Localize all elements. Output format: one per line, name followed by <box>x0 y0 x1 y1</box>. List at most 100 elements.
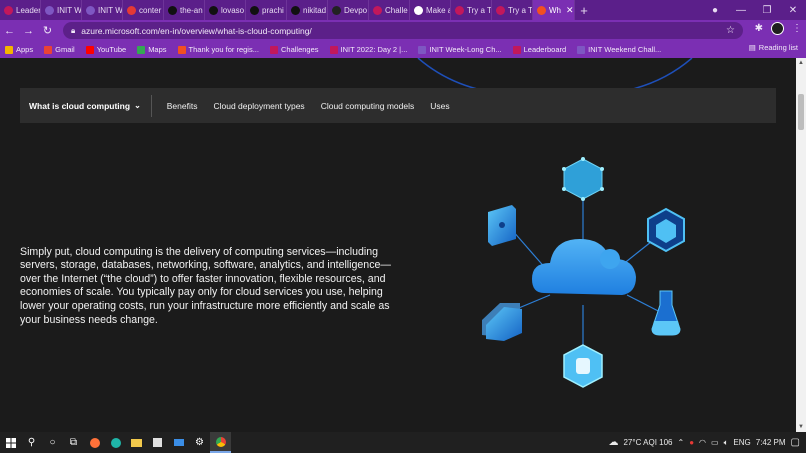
bookmark-item[interactable]: Maps <box>137 45 167 54</box>
window-controls: ● — ❐ ✕ <box>702 0 806 20</box>
wifi-icon[interactable]: ◠ <box>699 438 706 447</box>
close-tab-icon[interactable]: ✕ <box>566 5 574 16</box>
browser-tab[interactable]: INIT W <box>41 0 82 20</box>
reload-icon[interactable]: ↻ <box>38 24 57 37</box>
tab-search-icon[interactable]: ● <box>702 5 728 16</box>
tray-app-icon[interactable]: ● <box>689 438 694 447</box>
bookmark-item[interactable]: INIT Weekend Chall... <box>577 45 661 54</box>
bookmark-item[interactable]: INIT Week-Long Ch... <box>418 45 502 54</box>
section-nav: What is cloud computing ⌄ Benefits Cloud… <box>20 88 776 123</box>
tab-label: lovaso <box>221 5 245 15</box>
store-icon[interactable] <box>147 432 168 453</box>
mail-icon[interactable] <box>168 432 189 453</box>
file-explorer-icon[interactable] <box>126 432 147 453</box>
reading-list-label: Reading list <box>758 43 798 52</box>
browser-tab[interactable]: Devpo <box>328 0 369 20</box>
browser-tab[interactable]: prachi <box>246 0 287 20</box>
reading-list-button[interactable]: ▤ Reading list <box>749 43 798 52</box>
url-text[interactable]: azure.microsoft.com/en-in/overview/what-… <box>81 26 312 36</box>
bookmark-favicon-icon <box>44 45 53 54</box>
volume-icon[interactable]: 🔈︎ <box>724 438 729 448</box>
browser-tab[interactable]: lovaso <box>205 0 246 20</box>
browser-tab[interactable]: INIT W <box>82 0 123 20</box>
bookmark-star-icon[interactable]: ☆ <box>726 25 735 36</box>
forward-icon[interactable]: → <box>19 25 38 37</box>
tab-strip: Leader INIT W INIT W conter the-an lovaso prac… <box>0 0 806 20</box>
scroll-thumb[interactable] <box>798 94 804 130</box>
language-indicator[interactable]: ENG <box>733 438 750 447</box>
scroll-down-icon[interactable]: ▼ <box>796 424 806 430</box>
weather-icon[interactable]: ☁ <box>608 437 618 448</box>
bookmark-item[interactable]: Leaderboard <box>512 45 567 54</box>
lock-icon[interactable]: 🔒︎ <box>71 26 75 36</box>
menu-icon[interactable]: ⋮ <box>792 23 802 34</box>
browser-tab[interactable]: Try a Te <box>492 0 533 20</box>
bookmark-label: INIT Week-Long Ch... <box>429 45 502 54</box>
cortana-icon[interactable]: ○ <box>42 432 63 453</box>
tab-label: the-an <box>180 5 203 15</box>
bookmark-item[interactable]: INIT 2022: Day 2 |... <box>329 45 408 54</box>
page-content: What is cloud computing ⌄ Benefits Cloud… <box>0 58 796 432</box>
new-tab-button[interactable]: + <box>575 3 593 18</box>
bookmark-favicon-icon <box>269 45 278 54</box>
windows-taskbar: ⚲ ○ ⧉ ⚙ ☁ 27°C AQI 106 ⌃ ● ◠ ▭ 🔈︎ ENG 7:… <box>0 432 806 453</box>
edge-icon[interactable] <box>105 432 126 453</box>
chevron-up-icon[interactable]: ⌃ <box>678 438 685 447</box>
bookmark-favicon-icon <box>85 45 94 54</box>
tab-favicon-icon <box>332 5 341 15</box>
bookmark-favicon-icon <box>177 45 186 54</box>
tab-favicon-icon <box>373 5 382 15</box>
browser-tab[interactable]: conter <box>123 0 164 20</box>
tab-favicon-icon <box>168 5 177 15</box>
tab-favicon-icon <box>455 5 464 15</box>
chrome-icon[interactable] <box>210 432 231 453</box>
minimize-icon[interactable]: — <box>728 5 754 16</box>
section-nav-current[interactable]: What is cloud computing ⌄ <box>20 94 152 117</box>
start-icon[interactable] <box>0 432 21 453</box>
browser-tab[interactable]: Try a Te <box>451 0 492 20</box>
toolbar-actions: ✱ ⋮ <box>755 22 802 35</box>
network-cube-icon <box>562 157 604 201</box>
browser-tab[interactable]: Wh ✕ <box>533 0 575 20</box>
bookmark-label: INIT 2022: Day 2 |... <box>340 45 408 54</box>
bookmark-item[interactable]: Thank you for regis... <box>177 45 259 54</box>
firefox-icon[interactable] <box>84 432 105 453</box>
weather-text[interactable]: 27°C AQI 106 <box>623 438 672 447</box>
page-scrollbar[interactable]: ▲ ▼ <box>796 58 806 432</box>
browser-tab[interactable]: the-an <box>164 0 205 20</box>
chevron-down-icon: ⌄ <box>134 101 141 110</box>
tab-label: Make a <box>426 5 451 15</box>
battery-icon[interactable]: ▭ <box>711 438 719 447</box>
clock[interactable]: 7:42 PM <box>756 438 786 447</box>
bookmark-item[interactable]: Apps <box>5 45 33 54</box>
tab-label: Devpo <box>344 5 368 15</box>
flask-icon <box>651 290 681 336</box>
bookmark-item[interactable]: YouTube <box>85 45 126 54</box>
back-icon[interactable]: ← <box>0 25 19 37</box>
browser-tab[interactable]: nikitad <box>287 0 328 20</box>
section-link-deployment-types[interactable]: Cloud deployment types <box>213 101 304 111</box>
bookmark-favicon-icon <box>512 45 521 54</box>
close-window-icon[interactable]: ✕ <box>780 5 806 16</box>
tab-label: Wh <box>549 5 561 15</box>
bookmark-item[interactable]: Gmail <box>44 45 75 54</box>
browser-tab[interactable]: Make a <box>410 0 451 20</box>
extensions-icon[interactable]: ✱ <box>755 23 763 34</box>
profile-avatar[interactable] <box>771 22 784 35</box>
maximize-icon[interactable]: ❐ <box>754 5 780 16</box>
section-link-benefits[interactable]: Benefits <box>167 101 198 111</box>
section-link-uses[interactable]: Uses <box>430 101 449 111</box>
settings-icon[interactable]: ⚙ <box>189 432 210 453</box>
tab-favicon-icon <box>4 5 13 15</box>
address-bar[interactable]: 🔒︎ azure.microsoft.com/en-in/overview/wh… <box>63 22 743 39</box>
browser-tab[interactable]: Leader <box>0 0 41 20</box>
section-link-computing-models[interactable]: Cloud computing models <box>321 101 415 111</box>
search-icon[interactable]: ⚲ <box>21 432 42 453</box>
tab-favicon-icon <box>45 5 54 15</box>
task-view-icon[interactable]: ⧉ <box>63 432 84 453</box>
bookmark-label: Leaderboard <box>523 45 567 54</box>
scroll-up-icon[interactable]: ▲ <box>796 60 806 66</box>
bookmark-item[interactable]: Challenges <box>269 45 319 54</box>
browser-tab[interactable]: Challe <box>369 0 410 20</box>
notifications-icon[interactable]: ▢ <box>791 437 800 448</box>
